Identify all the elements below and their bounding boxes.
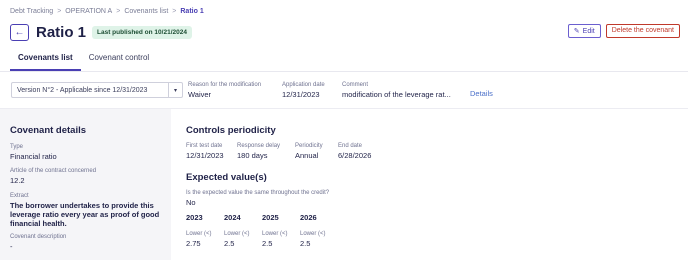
comment-value: modification of the leverage rat... xyxy=(342,90,451,99)
response-delay-label: Response delay xyxy=(237,143,281,149)
expected-year-2023: 2023 Lower (<) 2.75 xyxy=(186,213,212,248)
article-value: 12.2 xyxy=(10,176,25,185)
status-badge: Last published on 10/21/2024 xyxy=(92,26,192,39)
threshold-value: 2.5 xyxy=(224,239,235,248)
comparator-label: Lower (<) xyxy=(262,231,288,237)
article-label: Article of the contract concerned xyxy=(10,168,97,174)
year-label: 2023 xyxy=(186,213,203,222)
breadcrumb-item-covenants-list[interactable]: Covenants list xyxy=(124,8,168,15)
first-test-label: First test date xyxy=(186,143,223,149)
comparator-label: Lower (<) xyxy=(224,231,250,237)
response-delay-field: Response delay 180 days xyxy=(237,143,280,160)
application-date-field: Application date 12/31/2023 xyxy=(282,82,325,99)
year-label: 2026 xyxy=(300,213,317,222)
end-date-value: 6/28/2026 xyxy=(338,151,372,160)
expected-year-2026: 2026 Lower (<) 2.5 xyxy=(300,213,326,248)
reason-value: Waiver xyxy=(188,90,212,99)
extract-label: Extract xyxy=(10,193,29,199)
page-title: Ratio 1 xyxy=(36,24,87,41)
comment-label: Comment xyxy=(342,82,369,88)
same-value-question: Is the expected value the same throughou… xyxy=(186,190,329,207)
back-button[interactable]: ← xyxy=(10,24,29,41)
comment-field: Comment modification of the leverage rat… xyxy=(342,82,451,99)
first-test-value: 12/31/2023 xyxy=(186,151,224,160)
page-header: ← Ratio 1 Last published on 10/21/2024 xyxy=(10,24,192,41)
tab-covenant-control[interactable]: Covenant control xyxy=(81,52,157,71)
description-field: Covenant description - xyxy=(10,234,66,251)
extract-field: Extract The borrower undertakes to provi… xyxy=(10,193,165,228)
breadcrumb: Debt Tracking > OPERATION A > Covenants … xyxy=(10,8,204,15)
extract-value: The borrower undertakes to provide this … xyxy=(10,201,160,228)
breadcrumb-item-current: Ratio 1 xyxy=(180,8,204,15)
first-test-field: First test date 12/31/2023 xyxy=(186,143,224,160)
controls-periodicity-title: Controls periodicity xyxy=(186,125,276,136)
type-value: Financial ratio xyxy=(10,152,57,161)
reason-label: Reason for the modification xyxy=(188,82,262,88)
tab-bar: Covenants list Covenant control xyxy=(10,52,157,71)
year-label: 2024 xyxy=(224,213,241,222)
threshold-value: 2.5 xyxy=(300,239,311,248)
breadcrumb-item-operation[interactable]: OPERATION A xyxy=(65,8,112,15)
details-link[interactable]: Details xyxy=(470,89,493,98)
periodicity-field: Periodicity Annual xyxy=(295,143,323,160)
tab-divider xyxy=(0,71,688,72)
chevron-down-icon[interactable]: ▾ xyxy=(168,83,182,97)
application-date-value: 12/31/2023 xyxy=(282,90,320,99)
arrow-left-icon: ← xyxy=(14,27,25,38)
breadcrumb-separator: > xyxy=(57,8,62,15)
description-value: - xyxy=(10,242,13,251)
article-field: Article of the contract concerned 12.2 xyxy=(10,168,96,185)
threshold-value: 2.75 xyxy=(186,239,201,248)
response-delay-value: 180 days xyxy=(237,151,268,160)
same-value-question-label: Is the expected value the same throughou… xyxy=(186,190,330,196)
edit-button-label: Edit xyxy=(582,27,595,35)
threshold-value: 2.5 xyxy=(262,239,273,248)
covenant-details-title: Covenant details xyxy=(10,125,87,136)
end-date-field: End date 6/28/2026 xyxy=(338,143,371,160)
comparator-label: Lower (<) xyxy=(300,231,326,237)
reason-field: Reason for the modification Waiver xyxy=(188,82,261,99)
header-actions: ✎ Edit Delete the covenant xyxy=(567,24,680,38)
comparator-label: Lower (<) xyxy=(186,231,212,237)
type-label: Type xyxy=(10,144,24,150)
periodicity-value: Annual xyxy=(295,151,319,160)
end-date-label: End date xyxy=(338,143,363,149)
year-label: 2025 xyxy=(262,213,279,222)
description-label: Covenant description xyxy=(10,234,67,240)
version-select[interactable]: Version N°2 - Applicable since 12/31/202… xyxy=(11,82,183,98)
breadcrumb-separator: > xyxy=(172,8,177,15)
application-date-label: Application date xyxy=(282,82,325,88)
version-select-value: Version N°2 - Applicable since 12/31/202… xyxy=(17,86,148,94)
breadcrumb-item-debt-tracking[interactable]: Debt Tracking xyxy=(10,8,53,15)
expected-values-title: Expected value(s) xyxy=(186,172,267,183)
delete-covenant-button[interactable]: Delete the covenant xyxy=(605,24,680,38)
same-value-answer: No xyxy=(186,198,196,207)
breadcrumb-separator: > xyxy=(116,8,121,15)
expected-year-2024: 2024 Lower (<) 2.5 xyxy=(224,213,250,248)
expected-year-2025: 2025 Lower (<) 2.5 xyxy=(262,213,288,248)
tab-covenants-list[interactable]: Covenants list xyxy=(10,52,81,71)
edit-button[interactable]: ✎ Edit xyxy=(567,24,601,38)
pencil-icon: ✎ xyxy=(573,28,580,35)
periodicity-label: Periodicity xyxy=(295,143,323,149)
type-field: Type Financial ratio xyxy=(10,144,57,161)
